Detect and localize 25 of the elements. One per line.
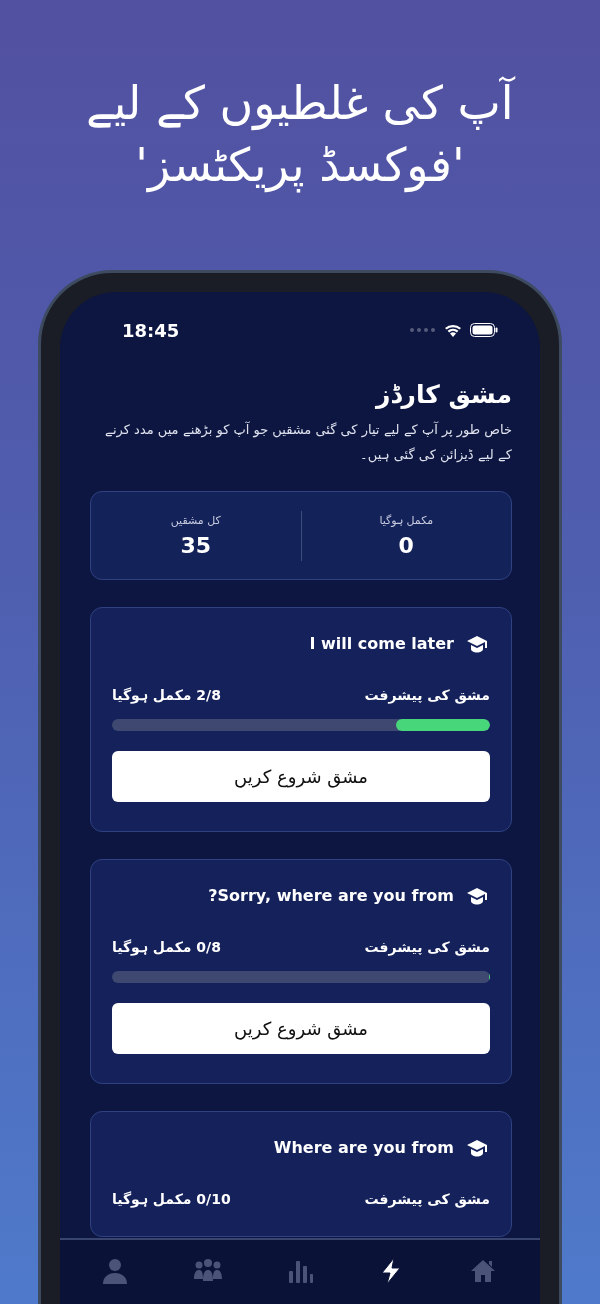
stat-label: مکمل ہوگیا (379, 513, 434, 527)
card-title: Where are you from (273, 1138, 454, 1157)
page-title: مشق کارڈز (374, 380, 512, 409)
progress-label: مشق کی پیشرفت (364, 1191, 490, 1207)
graduation-cap-icon (466, 634, 488, 653)
status-time: 18:45 (122, 319, 180, 341)
signal-dots-icon (410, 328, 436, 332)
progress-count: 0/10 مکمل ہوگیا (112, 1191, 231, 1207)
start-practice-button[interactable]: مشق شروع کریں (112, 1003, 490, 1054)
battery-icon (470, 323, 498, 337)
headline: آپ کی غلطیوں کے لیے 'فوکسڈ پریکٹسز' (85, 75, 517, 195)
stat-label: کل مشقیں (170, 513, 221, 527)
page-description: خاص طور پر آپ کے لیے تیار کی گئی مشقیں جو آپ کو بڑھنے میں مدد کرنے کے لیے ڈیزائن کی گئی ہیں۔ (104, 420, 512, 465)
graduation-cap-icon (466, 886, 488, 905)
start-practice-button[interactable]: مشق شروع کریں (112, 751, 490, 802)
progress-count: 0/8 مکمل ہوگیا (112, 939, 221, 955)
card-title: Sorry, where are you from? (208, 886, 454, 905)
stat-value: 35 (180, 532, 212, 558)
progress-label: مشق کی پیشرفت (364, 939, 490, 955)
stat-value: 0 (398, 532, 414, 558)
progress-label: مشق کی پیشرفت (364, 687, 490, 703)
wifi-icon (444, 323, 462, 337)
graduation-cap-icon (466, 1138, 488, 1157)
progress-count: 2/8 مکمل ہوگیا (112, 687, 221, 703)
card-title: I will come later (309, 634, 454, 653)
